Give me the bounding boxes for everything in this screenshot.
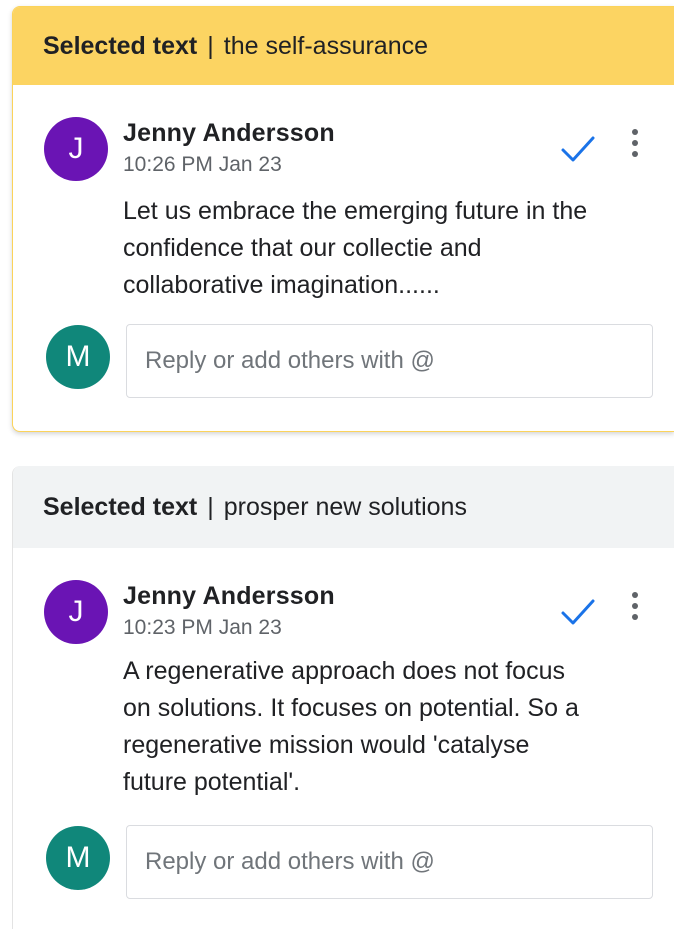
current-user-avatar: M	[46, 826, 110, 890]
header-separator: |	[207, 492, 214, 521]
more-vert-icon	[632, 592, 638, 598]
header-separator: |	[207, 31, 214, 60]
author-avatar: J	[44, 580, 108, 644]
more-options-button[interactable]	[621, 119, 649, 167]
resolve-button[interactable]	[558, 129, 598, 169]
check-icon	[561, 599, 595, 625]
comment-line: A regenerative approach does not focus	[123, 657, 565, 685]
comment-line: future potential'.	[123, 768, 301, 796]
check-icon	[561, 136, 595, 162]
selected-text-header: Selected text | prosper new solutions	[13, 466, 674, 548]
comment-thread[interactable]: Selected text | prosper new solutions J …	[12, 466, 674, 929]
resolve-button[interactable]	[558, 592, 598, 632]
comment-line: on solutions. It focuses on potential. S…	[123, 694, 579, 722]
current-user-avatar: M	[46, 325, 110, 389]
author-avatar: J	[44, 117, 108, 181]
selected-text-header: Selected text | the self-assurance	[13, 7, 674, 85]
selected-text-quote: the self-assurance	[223, 31, 429, 60]
selected-text-label: Selected text	[43, 31, 198, 60]
author-name: Jenny Andersson	[123, 582, 335, 610]
author-name: Jenny Andersson	[123, 119, 335, 147]
more-vert-icon	[632, 129, 638, 135]
reply-input[interactable]	[126, 324, 653, 398]
comment-timestamp: 10:23 PM Jan 23	[123, 616, 282, 639]
selected-text-label: Selected text	[43, 492, 198, 521]
comment-line: regenerative mission would 'catalyse	[123, 731, 530, 759]
comment-timestamp: 10:26 PM Jan 23	[123, 153, 282, 176]
comment-thread-active[interactable]: Selected text | the self-assurance J Jen…	[12, 6, 674, 432]
comment-line: confidence that our collectie and	[123, 234, 482, 262]
selected-text-quote: prosper new solutions	[223, 492, 467, 521]
comment-body: A regenerative approach does not focus o…	[123, 653, 653, 801]
comment-body: Let us embrace the emerging future in th…	[123, 193, 653, 304]
reply-input[interactable]	[126, 825, 653, 899]
more-options-button[interactable]	[621, 582, 649, 630]
comment: J Jenny Andersson 10:23 PM Jan 23 A rege…	[13, 548, 674, 796]
comment-line: collaborative imagination......	[123, 271, 440, 299]
comment-line: Let us embrace the emerging future in th…	[123, 197, 588, 225]
comment: J Jenny Andersson 10:26 PM Jan 23 Let us…	[13, 85, 674, 299]
